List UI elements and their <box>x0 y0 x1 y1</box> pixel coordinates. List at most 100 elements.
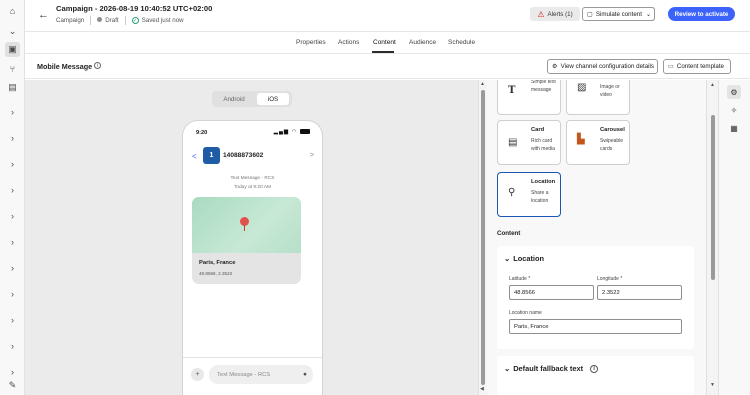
location-section-header[interactable]: ⌄ Location <box>504 254 544 263</box>
required-marker: * <box>620 276 623 282</box>
location-card-coords: 48.8566, 2.3522 <box>199 271 233 276</box>
status-time: 9:20 <box>196 130 208 136</box>
campaign-icon[interactable]: ▣ <box>5 42 20 57</box>
tab-content[interactable]: Content <box>373 39 396 46</box>
latitude-label-text: Latitude <box>509 276 527 282</box>
chevron-right-icon[interactable]: › <box>5 234 20 249</box>
preview-canvas: Android iOS 9:20 ▂▄▆ ◠ < 1 14088873602 >… <box>25 80 478 395</box>
review-to-activate-button[interactable]: Review to activate <box>668 7 735 21</box>
edit-icon[interactable]: ✎ <box>5 378 20 393</box>
chevron-left-icon: < <box>192 152 197 161</box>
check-circle-icon: ✓ <box>131 17 139 25</box>
tab-audience[interactable]: Audience <box>409 39 436 46</box>
campaign-header: ← Campaign - 2026-08-19 10:40:52 UTC+02:… <box>25 0 750 32</box>
view-channel-config-button[interactable]: ⚙ View channel configuration details <box>547 59 658 74</box>
message-type-label: Text Message - RCS <box>230 176 275 181</box>
image-icon: ▨ <box>577 82 587 93</box>
template-tile-location[interactable]: ⚲ Location Share a location <box>497 172 561 217</box>
longitude-field[interactable]: 2.3522 <box>597 285 682 300</box>
battery-icon <box>300 129 310 135</box>
scroll-up-icon[interactable]: ▲ <box>710 82 715 88</box>
tile-desc: Simple text message <box>531 80 556 93</box>
fallback-section-header[interactable]: ⌄ Default fallback text i <box>504 364 599 373</box>
chevron-right-icon[interactable]: › <box>5 338 20 353</box>
left-nav-rail: ⌂ ⌄ ▣ ⑂ ▤ › › › › › › › › › › › ✎ <box>0 0 25 395</box>
panel-scrollbar[interactable]: ▲ ◀ <box>478 80 487 395</box>
journey-icon[interactable]: ⑂ <box>5 61 20 76</box>
location-card: Paris, France 48.8566, 2.3522 <box>192 197 301 284</box>
chevron-right-icon[interactable]: › <box>5 130 20 145</box>
simulate-label: Simulate content <box>595 10 642 18</box>
latitude-field[interactable]: 48.8566 <box>509 285 594 300</box>
chevron-down-icon[interactable]: ⌄ <box>5 24 20 39</box>
chevron-right-icon[interactable]: › <box>5 286 20 301</box>
chevron-right-icon: > <box>309 152 314 159</box>
campaign-type: Campaign <box>56 17 85 24</box>
settings-gear-icon[interactable]: ⚙ <box>727 85 741 99</box>
campaign-title: Campaign - 2026-08-19 10:40:52 UTC+02:00 <box>56 4 213 13</box>
tab-schedule[interactable]: Schedule <box>448 39 475 46</box>
tile-desc: Rich card with media <box>531 138 555 152</box>
status-icons: ▂▄▆ ◠ <box>274 129 310 135</box>
carousel-icon: ▙ <box>577 134 585 145</box>
location-name-value: Paris, France <box>514 323 549 330</box>
template-tile-text[interactable]: T Simple text message <box>497 80 561 115</box>
platform-ios[interactable]: iOS <box>257 93 289 105</box>
plus-icon: + <box>191 368 204 381</box>
scroll-up-icon[interactable]: ▲ <box>480 81 485 87</box>
scrollbar-thumb[interactable] <box>711 115 715 280</box>
back-arrow-icon[interactable]: ← <box>38 9 49 21</box>
tile-desc: Image or video <box>600 84 620 98</box>
document-icon[interactable]: ▤ <box>5 80 20 95</box>
settings-scrollbar[interactable]: ▲ ▼ <box>706 80 718 395</box>
campaign-meta: Campaign Draft ✓ Saved just now <box>56 16 184 25</box>
tile-title: Carousel <box>600 127 625 133</box>
required-marker: * <box>528 276 531 282</box>
template-tile-card[interactable]: ▤ Card Rich card with media <box>497 120 561 165</box>
active-tab-indicator <box>372 51 394 53</box>
info-icon[interactable]: i <box>94 62 101 69</box>
chevron-right-icon[interactable]: › <box>5 260 20 275</box>
location-name-field[interactable]: Paris, France <box>509 319 682 334</box>
chevron-right-icon[interactable]: › <box>5 364 20 379</box>
home-icon[interactable]: ⌂ <box>5 3 20 18</box>
simulate-dropdown-chevron-icon[interactable]: ⌄ <box>643 7 655 21</box>
divider <box>90 16 92 25</box>
scroll-down-icon[interactable]: ▼ <box>710 382 715 388</box>
status-badge: Draft <box>97 17 119 24</box>
magic-wand-icon[interactable]: ✧ <box>727 103 741 117</box>
components-icon[interactable]: ▦ <box>727 121 741 135</box>
chevron-right-icon[interactable]: › <box>5 312 20 327</box>
map-pin-stem <box>244 225 245 231</box>
template-tile-media[interactable]: ▨ Image or video <box>566 80 630 115</box>
composer-field: Text Message - RCS <box>209 365 313 384</box>
message-timestamp: Today at 9:20 AM <box>233 185 272 190</box>
alert-icon: ⚠ <box>537 9 545 19</box>
tab-actions[interactable]: Actions <box>338 39 359 46</box>
chevron-right-icon[interactable]: › <box>5 104 20 119</box>
info-icon[interactable]: i <box>590 364 599 373</box>
tile-title: Location <box>531 179 556 185</box>
location-name-label: Location name <box>509 310 542 316</box>
content-template-button[interactable]: ▭ Content template <box>663 59 731 74</box>
alerts-label: Alerts (1) <box>547 10 573 18</box>
chevron-right-icon[interactable]: › <box>5 208 20 223</box>
editor-subheader: Mobile Message i ⚙ View channel configur… <box>25 54 750 79</box>
alerts-button[interactable]: ⚠ Alerts (1) <box>530 7 580 21</box>
save-status-text: Saved just now <box>141 16 184 24</box>
latitude-value: 48.8566 <box>514 289 535 296</box>
app-window: ⌂ ⌄ ▣ ⑂ ▤ › › › › › › › › › › › ✎ ← Camp… <box>0 0 750 395</box>
scrollbar-thumb[interactable] <box>481 90 485 385</box>
chevron-down-icon: ⌄ <box>504 254 511 263</box>
avatar: 1 <box>203 147 220 164</box>
platform-android[interactable]: Android <box>215 93 253 105</box>
template-tile-carousel[interactable]: ▙ Carousel Swipeable cards <box>566 120 630 165</box>
scroll-left-icon[interactable]: ◀ <box>480 386 484 392</box>
longitude-label-text: Longitude <box>597 276 619 282</box>
chevron-right-icon[interactable]: › <box>5 156 20 171</box>
content-section-label: Content <box>497 230 521 237</box>
tab-properties[interactable]: Properties <box>296 39 326 46</box>
template-icon: ▭ <box>668 63 674 70</box>
chevron-right-icon[interactable]: › <box>5 182 20 197</box>
composer-placeholder: Text Message - RCS <box>217 371 271 378</box>
